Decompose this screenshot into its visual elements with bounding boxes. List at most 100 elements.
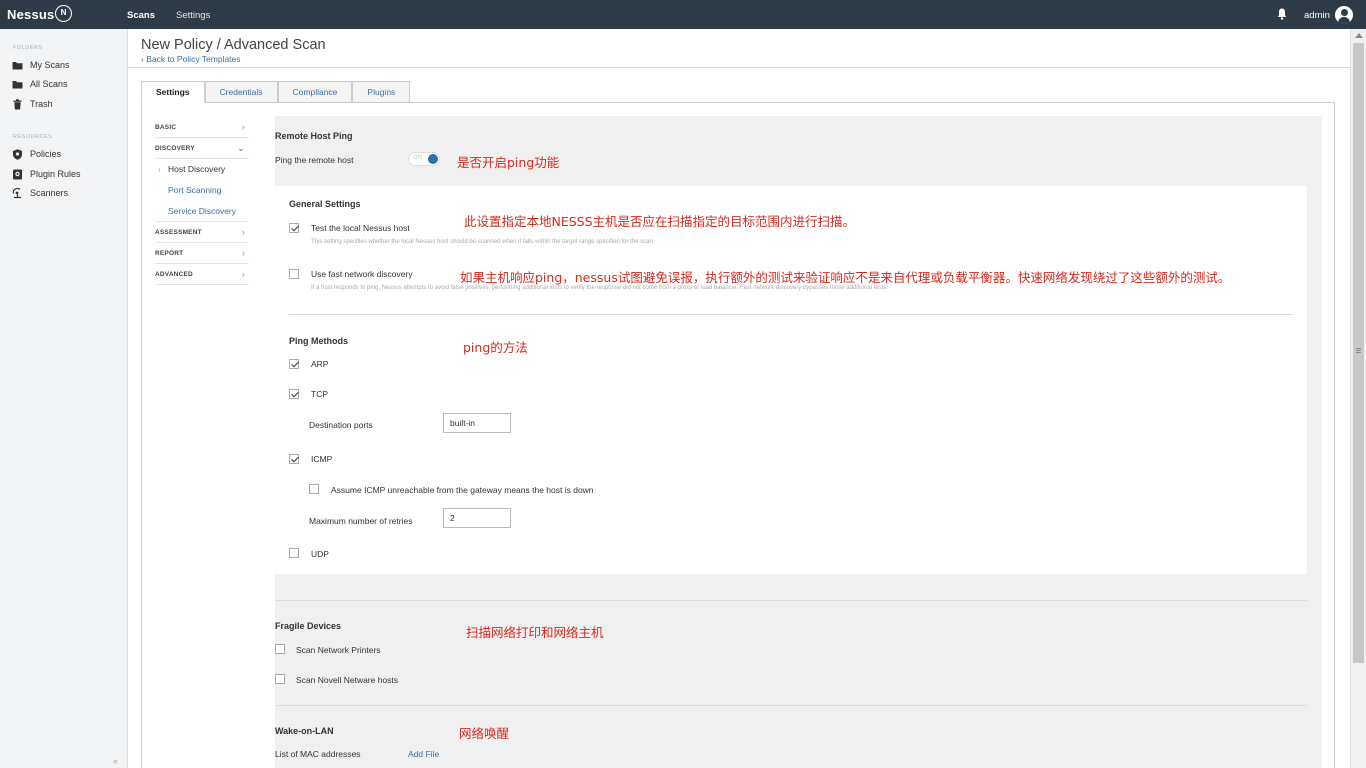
arp-label: ARP	[311, 359, 329, 369]
settings-nav-label: REPORT	[155, 250, 184, 257]
annotation-ping-toggle: 是否开启ping功能	[457, 155, 560, 170]
settings-nav-host-discovery[interactable]: › Host Discovery	[155, 159, 249, 180]
scroll-up-arrow-icon[interactable]	[1355, 33, 1363, 38]
general-settings-box: General Settings Test the local Nessus h…	[275, 186, 1307, 574]
udp-checkbox[interactable]	[289, 548, 299, 558]
test-local-host-label: Test the local Nessus host	[311, 223, 410, 233]
sidebar-item-scanners[interactable]: Scanners	[12, 186, 68, 200]
settings-nav-discovery[interactable]: DISCOVERY ⌄	[155, 138, 249, 159]
trash-icon	[13, 98, 22, 109]
ping-remote-host-toggle[interactable]: ON	[408, 152, 440, 166]
settings-panel: BASIC › DISCOVERY ⌄ › Host Discovery Por…	[141, 102, 1335, 768]
general-settings-title: General Settings	[289, 199, 361, 209]
user-name[interactable]: admin	[1304, 10, 1330, 21]
chevron-right-icon: ›	[241, 122, 245, 132]
collapse-sidebar-button[interactable]: «	[113, 756, 118, 766]
chevron-down-icon: ⌄	[237, 143, 245, 153]
shield-icon	[13, 148, 22, 160]
sidebar: FOLDERS My Scans All Scans Trash RESOURC…	[0, 29, 128, 768]
sidebar-item-label: Trash	[30, 99, 53, 109]
assume-icmp-unreachable-checkbox[interactable]	[309, 484, 319, 494]
folder-icon	[12, 61, 23, 69]
udp-label: UDP	[311, 549, 329, 559]
bell-icon[interactable]	[1277, 8, 1287, 20]
add-file-link[interactable]: Add File	[408, 749, 439, 759]
test-local-host-checkbox[interactable]	[289, 223, 299, 233]
sidebar-item-all-scans[interactable]: All Scans	[12, 77, 68, 91]
tab-compliance[interactable]: Compliance	[277, 81, 353, 103]
annotation-test-local: 此设置指定本地NESSS主机是否应在扫描指定的目标范围内进行扫描。	[464, 214, 856, 229]
settings-nav-label: BASIC	[155, 124, 177, 131]
nessus-logo[interactable]: Nessus	[7, 7, 54, 22]
plugin-rules-icon	[13, 169, 22, 179]
scroll-thumb[interactable]	[1353, 43, 1364, 663]
grip-icon	[1356, 348, 1361, 349]
settings-nav-advanced[interactable]: ADVANCED ›	[155, 264, 249, 285]
icmp-label: ICMP	[311, 454, 333, 464]
nav-settings[interactable]: Settings	[176, 10, 210, 21]
settings-nav-port-scanning[interactable]: Port Scanning	[155, 180, 249, 201]
scan-network-printers-label: Scan Network Printers	[296, 645, 381, 655]
sidebar-item-label: Plugin Rules	[30, 169, 81, 179]
folder-icon	[12, 80, 23, 88]
back-to-policy-templates-link[interactable]: ‹ Back to Policy Templates	[141, 54, 241, 64]
title-divider	[128, 67, 1350, 68]
sidebar-item-policies[interactable]: Policies	[12, 147, 61, 161]
sidebar-item-plugin-rules[interactable]: Plugin Rules	[12, 167, 81, 181]
toggle-state-text: ON	[413, 155, 422, 161]
settings-nav-report[interactable]: REPORT ›	[155, 243, 249, 264]
sidebar-item-my-scans[interactable]: My Scans	[12, 58, 70, 72]
chevron-right-icon: ›	[241, 269, 245, 279]
tab-credentials[interactable]: Credentials	[204, 81, 278, 103]
settings-nav-assessment[interactable]: ASSESSMENT ›	[155, 222, 249, 243]
tcp-checkbox[interactable]	[289, 389, 299, 399]
settings-nav-service-discovery[interactable]: Service Discovery	[155, 201, 249, 222]
destination-ports-input[interactable]: built-in	[443, 413, 511, 433]
chevron-right-icon: ›	[158, 165, 161, 174]
fast-discovery-checkbox[interactable]	[289, 269, 299, 279]
settings-nav-label: DISCOVERY	[155, 145, 195, 152]
assume-icmp-unreachable-label: Assume ICMP unreachable from the gateway…	[331, 485, 594, 495]
tab-plugins[interactable]: Plugins	[352, 81, 411, 103]
mac-addresses-label: List of MAC addresses	[275, 749, 361, 759]
settings-nav-label: ASSESSMENT	[155, 229, 202, 236]
chevron-right-icon: ›	[241, 227, 245, 237]
folders-heading: FOLDERS	[13, 45, 43, 51]
settings-nav-basic[interactable]: BASIC ›	[155, 117, 249, 138]
test-local-host-hint: This setting specifies whether the local…	[311, 239, 655, 245]
scan-network-printers-checkbox[interactable]	[275, 644, 285, 654]
ping-remote-host-label: Ping the remote host	[275, 155, 354, 165]
arp-checkbox[interactable]	[289, 359, 299, 369]
nav-scans[interactable]: Scans	[127, 10, 155, 21]
annotation-ping-methods: ping的方法	[463, 340, 528, 355]
icmp-checkbox[interactable]	[289, 454, 299, 464]
toggle-knob	[428, 154, 438, 164]
section-divider	[275, 705, 1307, 706]
fragile-devices-title: Fragile Devices	[275, 621, 342, 631]
annotation-fast-discovery: 如果主机响应ping，nessus试图避免误报，执行额外的测试来验证响应不是来自…	[460, 270, 1231, 285]
sidebar-item-label: Scanners	[30, 188, 69, 198]
fast-discovery-label: Use fast network discovery	[311, 269, 413, 279]
tab-bar: Settings Credentials Compliance Plugins	[141, 81, 411, 103]
wake-on-lan-title: Wake-on-LAN	[275, 726, 334, 736]
chevron-right-icon: ›	[241, 248, 245, 258]
page-title: New Policy / Advanced Scan	[141, 37, 326, 53]
scanner-icon	[12, 187, 21, 198]
resources-heading: RESOURCES	[13, 134, 53, 140]
annotation-fragile: 扫描网络打印和网络主机	[466, 625, 604, 640]
sidebar-item-trash[interactable]: Trash	[12, 97, 53, 111]
page-scrollbar[interactable]	[1350, 29, 1366, 768]
settings-nav: BASIC › DISCOVERY ⌄ › Host Discovery Por…	[155, 117, 249, 285]
settings-nav-label: Service Discovery	[168, 206, 237, 216]
nessus-logo-badge: N	[55, 5, 72, 22]
sidebar-item-label: All Scans	[30, 79, 68, 89]
top-bar: Nessus N Scans Settings admin	[0, 0, 1366, 29]
host-discovery-content: Remote Host Ping Ping the remote host ON…	[275, 116, 1322, 768]
tab-settings[interactable]: Settings	[141, 81, 205, 103]
remote-host-ping-title: Remote Host Ping	[275, 131, 353, 141]
ping-methods-title: Ping Methods	[289, 336, 348, 346]
max-retries-input[interactable]: 2	[443, 508, 511, 528]
max-retries-label: Maximum number of retries	[309, 516, 413, 526]
avatar[interactable]	[1335, 6, 1353, 24]
scan-netware-hosts-checkbox[interactable]	[275, 674, 285, 684]
